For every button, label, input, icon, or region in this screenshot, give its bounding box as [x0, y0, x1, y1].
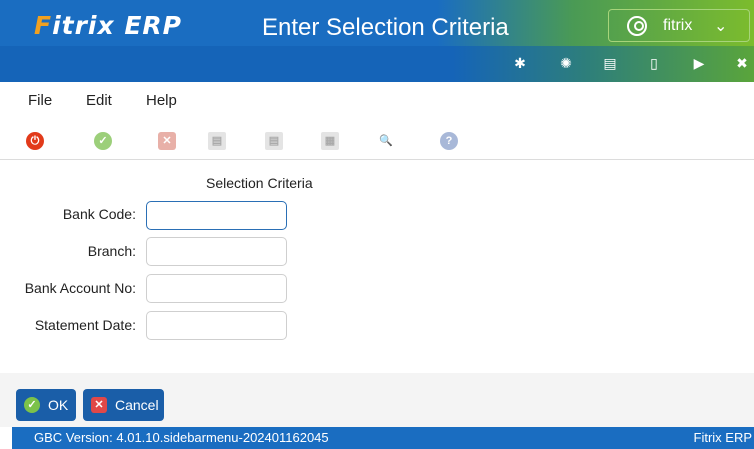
cancel-icon[interactable]: ✕: [158, 132, 176, 150]
help-icon[interactable]: ?: [440, 132, 458, 150]
ok-label: OK: [48, 397, 69, 413]
toolbar: ⏻ ✓ ✕ ▤ ▤ ▦ 🔍 ?: [0, 120, 754, 160]
accept-icon[interactable]: ✓: [94, 132, 112, 150]
branch-label: Branch:: [87, 243, 136, 259]
new-document-icon[interactable]: ▯: [645, 54, 663, 72]
button-pane: ✓ OK ✕ Cancel: [0, 373, 754, 427]
user-icon: [627, 16, 647, 36]
check-icon: ✓: [24, 397, 40, 413]
section-title: Selection Criteria: [206, 175, 313, 191]
app-header: Fitrix ERP Enter Selection Criteria fitr…: [0, 0, 754, 82]
play-icon[interactable]: ▶: [690, 54, 708, 72]
logo-text: itrix ERP: [52, 11, 182, 40]
cancel-label: Cancel: [115, 397, 159, 413]
zoom-icon[interactable]: 🔍: [377, 132, 395, 150]
bank-code-label: Bank Code:: [62, 206, 136, 222]
power-icon[interactable]: ⏻: [26, 132, 44, 150]
x-icon: ✕: [91, 397, 107, 413]
statement-date-label: Statement Date:: [34, 317, 136, 333]
app-name: Fitrix ERP: [693, 430, 753, 445]
copy-icon[interactable]: ▤: [208, 132, 226, 150]
cancel-button[interactable]: ✕ Cancel: [83, 389, 164, 421]
ok-button[interactable]: ✓ OK: [16, 389, 76, 421]
settings-icon[interactable]: ✺: [557, 54, 575, 72]
version-text: GBC Version: 4.01.10.sidebarmenu-2024011…: [34, 430, 329, 445]
app-logo: Fitrix ERP: [34, 11, 182, 40]
selection-form: Selection Criteria Bank Code: Branch: Ba…: [0, 161, 754, 373]
paste-icon[interactable]: ▤: [265, 132, 283, 150]
document-icon[interactable]: ▤: [601, 54, 619, 72]
user-menu[interactable]: fitrix ⌄: [608, 9, 750, 42]
branch-input[interactable]: [146, 237, 287, 266]
menu-edit[interactable]: Edit: [86, 92, 112, 109]
window-title: Enter Selection Criteria: [262, 14, 509, 41]
gear-icon[interactable]: ✱: [511, 54, 529, 72]
chevron-down-icon: ⌄: [714, 18, 728, 35]
bank-code-input[interactable]: [146, 201, 287, 230]
close-icon[interactable]: ✖: [733, 54, 751, 72]
menu-bar: File Edit Help: [0, 82, 754, 118]
statement-date-input[interactable]: [146, 311, 287, 340]
status-bar: GBC Version: 4.01.10.sidebarmenu-2024011…: [12, 427, 754, 449]
menu-file[interactable]: File: [28, 92, 52, 109]
header-icon-bar: ✱ ✺ ▤ ▯ ▶ ✖: [0, 52, 754, 76]
bank-account-no-input[interactable]: [146, 274, 287, 303]
grid-icon[interactable]: ▦: [321, 132, 339, 150]
user-name: fitrix: [663, 17, 693, 34]
menu-help[interactable]: Help: [146, 92, 177, 109]
logo-f: F: [34, 11, 53, 40]
bank-account-no-label: Bank Account No:: [24, 280, 136, 296]
